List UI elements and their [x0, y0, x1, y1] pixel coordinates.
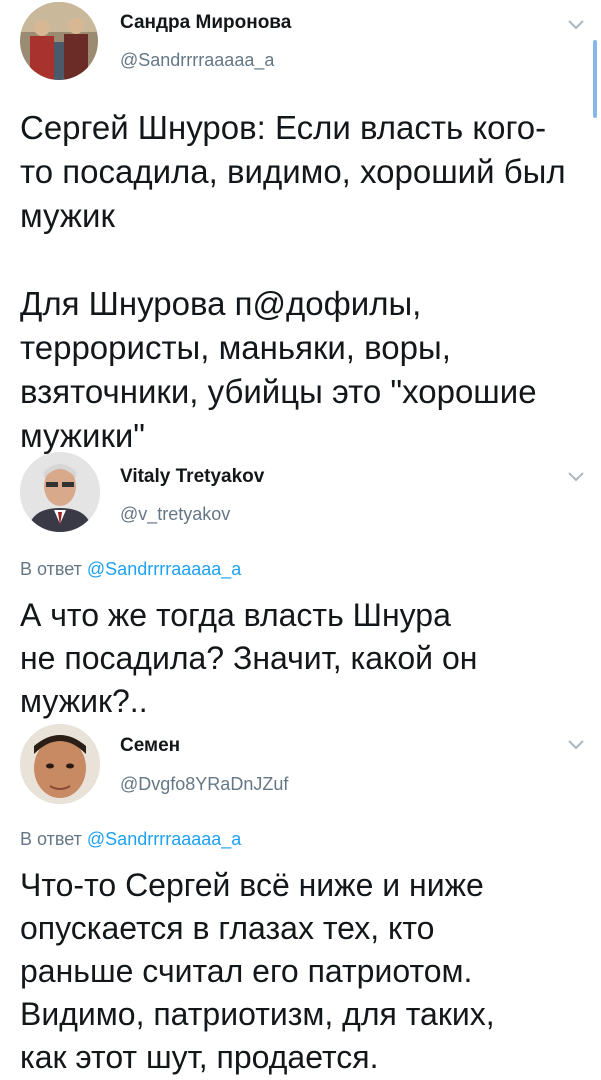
chevron-down-icon[interactable] [567, 738, 585, 750]
user-handle[interactable]: @Dvgfo8YRaDnJZuf [120, 774, 288, 795]
display-name[interactable]: Семен [120, 735, 180, 757]
avatar[interactable] [20, 2, 98, 80]
reply-handle-link[interactable]: @Sandrrrraaaaa_a [87, 829, 241, 849]
reply-handle-link[interactable]: @Sandrrrraaaaa_a [87, 559, 241, 579]
chevron-down-icon[interactable] [567, 18, 585, 30]
reply-prefix: В ответ [20, 829, 82, 849]
user-handle[interactable]: @v_tretyakov [120, 504, 230, 525]
reply-prefix: В ответ [20, 559, 82, 579]
tweet-text: А что же тогда власть Шнура не посадила?… [20, 597, 478, 719]
display-name[interactable]: Vitaly Tretyakov [120, 466, 264, 488]
display-name[interactable]: Сандра Миронова [120, 12, 291, 34]
avatar[interactable] [20, 724, 100, 804]
scrollbar[interactable] [593, 40, 597, 118]
reply-context: В ответ @Sandrrrraaaaa_a [20, 559, 241, 580]
chevron-down-icon[interactable] [567, 470, 585, 482]
tweet-text: Сергей Шнуров: Если власть кого- то поса… [20, 109, 566, 454]
tweet-text: Что-то Сергей всё ниже и ниже опускается… [20, 867, 495, 1075]
reply-context: В ответ @Sandrrrraaaaa_a [20, 829, 241, 850]
avatar[interactable] [20, 452, 100, 532]
user-handle[interactable]: @Sandrrrraaaaa_a [120, 50, 274, 71]
